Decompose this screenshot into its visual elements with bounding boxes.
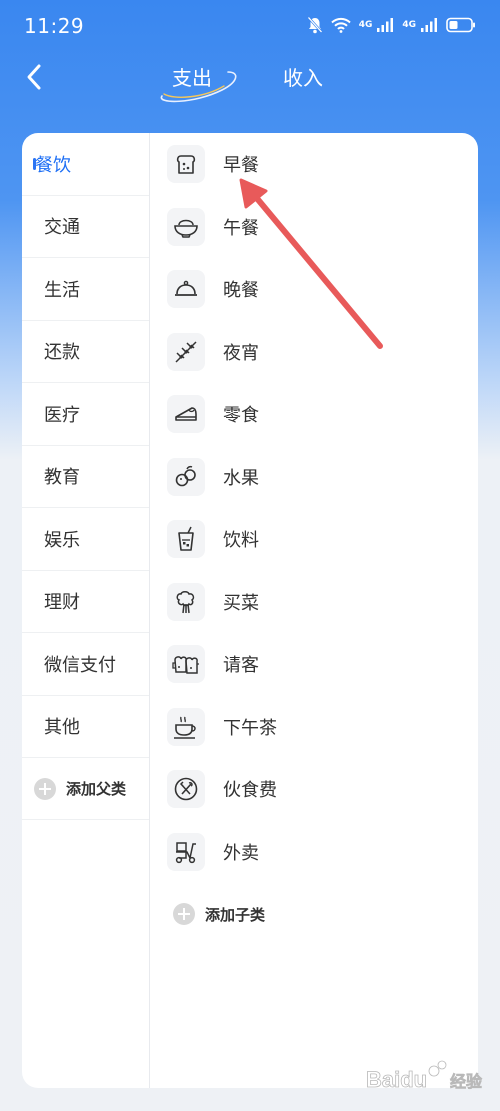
beer-mugs-icon: [167, 645, 205, 684]
category-card: 餐饮 交通 生活 还款 医疗 教育 娱乐 理财 微信支付 其他 添加父类 早餐 …: [22, 133, 478, 1088]
parent-item-other[interactable]: 其他: [22, 696, 149, 758]
fork-knife-icon: [167, 770, 205, 809]
child-item-breakfast[interactable]: 早餐: [151, 133, 478, 196]
rice-bowl-icon: [167, 207, 205, 246]
plus-circle-icon: [173, 903, 195, 925]
child-item-label: 水果: [223, 467, 259, 489]
delivery-scooter-icon: [167, 832, 205, 871]
child-category-list: 早餐 午餐 晚餐 夜宵 零食 水果 饮料 买菜 请客 下午茶 伙食费 外卖 添加…: [151, 133, 478, 1088]
parent-item-label: 教育: [44, 467, 80, 489]
parent-item-label: 医疗: [44, 404, 80, 426]
parent-item-wechat-pay[interactable]: 微信支付: [22, 633, 149, 696]
add-parent-button[interactable]: 添加父类: [22, 758, 149, 820]
network-label: 4G: [358, 20, 373, 30]
parent-item-label: 交通: [44, 217, 80, 239]
plus-circle-icon: [34, 777, 56, 800]
child-item-label: 请客: [223, 655, 259, 677]
child-item-lunch[interactable]: 午餐: [151, 196, 478, 259]
parent-item-label: 娱乐: [44, 529, 80, 551]
child-item-label: 买菜: [223, 592, 259, 614]
add-parent-label: 添加父类: [66, 780, 127, 798]
status-bar: 11:29 4G 4G: [0, 0, 500, 52]
svg-text:Baidu: Baidu: [366, 1067, 427, 1092]
child-item-label: 午餐: [223, 217, 259, 239]
child-item-meal-allowance[interactable]: 伙食费: [151, 758, 478, 821]
tab-expense[interactable]: 支出: [172, 62, 212, 91]
toast-icon: [167, 145, 205, 184]
parent-item-medical[interactable]: 医疗: [22, 383, 149, 446]
parent-item-entertainment[interactable]: 娱乐: [22, 508, 149, 571]
child-item-takeout[interactable]: 外卖: [151, 821, 478, 884]
header: 支出 收入: [0, 52, 500, 112]
parent-item-repayment[interactable]: 还款: [22, 321, 149, 383]
child-item-fruit[interactable]: 水果: [151, 446, 478, 509]
child-item-label: 早餐: [223, 155, 259, 177]
child-item-groceries[interactable]: 买菜: [151, 571, 478, 634]
child-item-label: 夜宵: [223, 342, 259, 364]
parent-item-transport[interactable]: 交通: [22, 196, 149, 258]
battery-icon: [446, 17, 475, 33]
parent-item-label: 理财: [44, 592, 80, 614]
parent-item-label: 其他: [44, 717, 80, 739]
parent-item-catering[interactable]: 餐饮: [22, 133, 149, 196]
child-item-treat[interactable]: 请客: [151, 633, 478, 696]
cake-slice-icon: [167, 395, 205, 434]
parent-item-finance[interactable]: 理财: [22, 571, 149, 633]
parent-item-label: 餐饮: [35, 154, 71, 176]
fruit-icon: [167, 457, 205, 496]
parent-item-label: 还款: [44, 342, 80, 364]
add-child-button[interactable]: 添加子类: [151, 883, 478, 945]
svg-text:经验: 经验: [450, 1072, 483, 1091]
signal-icon: [377, 18, 394, 32]
child-item-label: 伙食费: [223, 780, 277, 802]
parent-item-education[interactable]: 教育: [22, 446, 149, 508]
network-label: 4G: [402, 20, 416, 30]
cloche-icon: [167, 270, 205, 309]
child-item-late-snack[interactable]: 夜宵: [151, 321, 478, 384]
mute-bell-icon: [307, 16, 323, 34]
child-item-afternoon-tea[interactable]: 下午茶: [151, 696, 478, 759]
parent-item-living[interactable]: 生活: [22, 258, 149, 321]
parent-item-label: 微信支付: [44, 654, 116, 676]
add-child-label: 添加子类: [205, 905, 266, 924]
child-item-dinner[interactable]: 晚餐: [151, 258, 478, 321]
signal-icon: [421, 18, 437, 32]
child-item-label: 下午茶: [223, 717, 277, 739]
child-item-label: 晚餐: [223, 280, 259, 302]
active-indicator: [33, 158, 36, 170]
tab-income[interactable]: 收入: [283, 62, 323, 91]
status-icons: 4G 4G: [307, 16, 476, 34]
parent-item-label: 生活: [44, 279, 80, 301]
wifi-icon: [330, 17, 351, 33]
parent-category-list: 餐饮 交通 生活 还款 医疗 教育 娱乐 理财 微信支付 其他 添加父类: [22, 133, 150, 1088]
baidu-watermark: Baidu 经验: [366, 1060, 483, 1092]
child-item-label: 零食: [223, 405, 259, 427]
chevron-left-icon[interactable]: [18, 60, 52, 94]
child-item-label: 外卖: [223, 842, 259, 864]
drink-cup-icon: [167, 520, 205, 559]
child-item-label: 饮料: [223, 530, 259, 552]
status-time: 11:29: [24, 14, 85, 38]
child-item-drinks[interactable]: 饮料: [151, 508, 478, 571]
tea-cup-icon: [167, 707, 205, 746]
child-item-snacks[interactable]: 零食: [151, 383, 478, 446]
vegetable-icon: [167, 582, 205, 621]
skewer-icon: [167, 332, 205, 371]
